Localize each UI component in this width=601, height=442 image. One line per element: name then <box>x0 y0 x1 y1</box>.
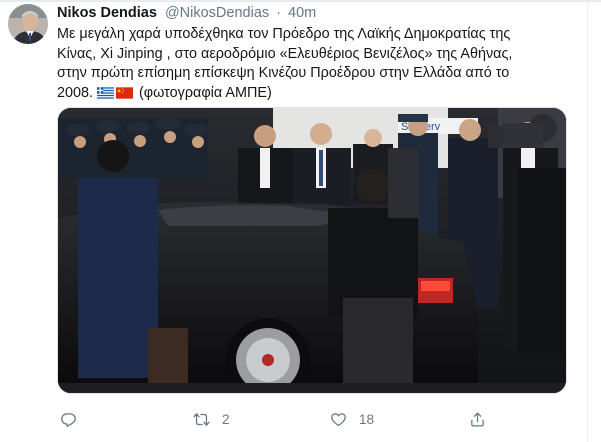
tweet-timestamp[interactable]: 40m <box>288 5 316 21</box>
tweet-card[interactable]: Nikos Dendias @NikosDendias · 40m Με μεγ… <box>0 0 588 442</box>
tweet-header: Nikos Dendias @NikosDendias · 40m <box>57 4 316 22</box>
like-button[interactable]: 18 <box>330 406 374 432</box>
retweet-count: 2 <box>222 411 230 427</box>
share-button[interactable] <box>469 406 498 432</box>
like-count: 18 <box>359 411 375 427</box>
avatar[interactable] <box>8 4 48 44</box>
share-icon <box>471 411 484 427</box>
header-separator: · <box>276 5 282 21</box>
tweet-text-line: στην πρώτη επίσημη επίσκεψη Κινέζου Προέ… <box>57 65 510 81</box>
retweet-button[interactable]: 2 <box>193 406 230 432</box>
author-name[interactable]: Nikos Dendias <box>57 5 157 21</box>
profile-photo <box>8 4 48 44</box>
retweet-icon <box>193 412 210 426</box>
tweet-text-line: Κίνας, Xi Jinping , στο αεροδρόμιο «Ελευ… <box>57 45 513 62</box>
tweet-text-line: 2008. <box>57 84 94 101</box>
tweet-photo[interactable]: Skyserv <box>57 107 567 394</box>
tweet-text-line-last: 2008. (φωτογραφία ΑΜΠΕ) <box>57 84 577 104</box>
author-handle[interactable]: @NikosDendias <box>165 5 269 21</box>
tweet-actions: 2 18 <box>57 406 537 432</box>
reply-button[interactable] <box>60 406 89 432</box>
heart-icon <box>331 412 346 426</box>
airport-arrival-photo: Skyserv <box>58 108 566 393</box>
tweet-text-line: Με μεγάλη χαρά υποδέχθηκα τον Πρόεδρο τη… <box>57 26 511 42</box>
greece-flag-icon <box>97 86 115 99</box>
photo-credit: (φωτογραφία ΑΜΠΕ) <box>139 84 272 101</box>
tweet-text: Με μεγάλη χαρά υποδέχθηκα τον Πρόεδρο τη… <box>57 25 577 103</box>
china-flag-icon <box>116 86 134 99</box>
reply-icon <box>61 412 76 427</box>
